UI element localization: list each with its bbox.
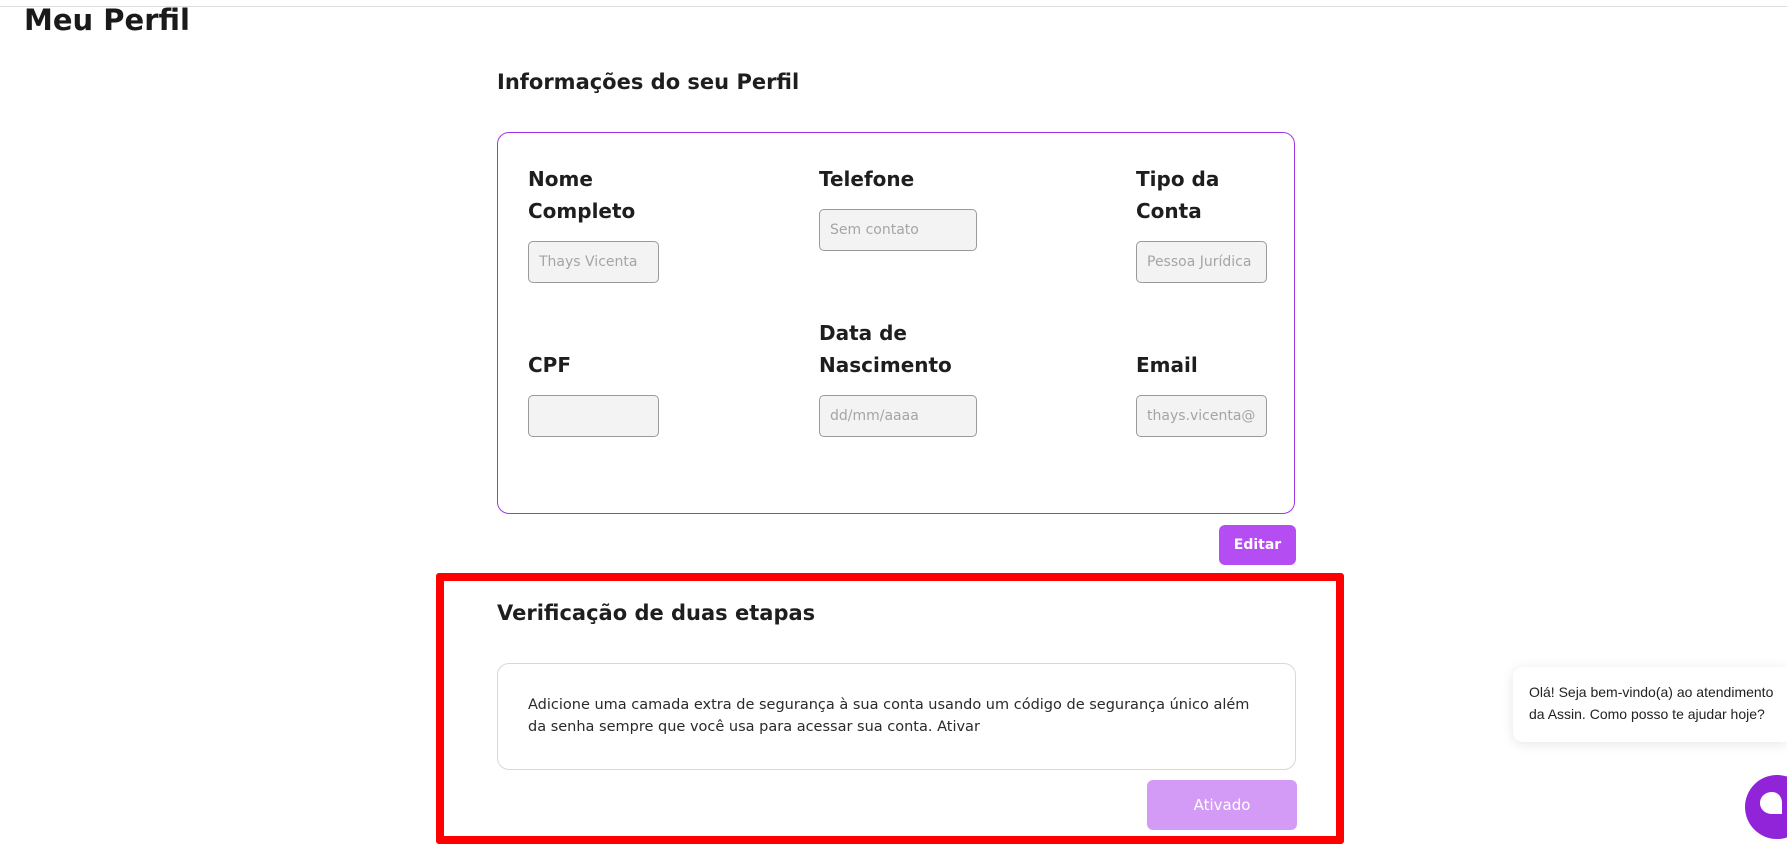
chat-greeting-text: Olá! Seja bem-vindo(a) ao atendimento da… [1529, 684, 1774, 722]
header-divider [0, 6, 1787, 7]
cpf-input[interactable] [528, 395, 659, 437]
nascimento-label: Data de Nascimento [819, 321, 952, 377]
nome-label: Nome Completo [528, 167, 636, 223]
telefone-label: Telefone [819, 167, 915, 191]
two-factor-section-title: Verificação de duas etapas [497, 601, 816, 625]
two-factor-info-card: Adicione uma camada extra de segurança à… [497, 663, 1296, 770]
nascimento-input[interactable] [819, 395, 977, 437]
chat-greeting-bubble[interactable]: Olá! Seja bem-vindo(a) ao atendimento da… [1513, 667, 1787, 742]
email-input[interactable] [1136, 395, 1267, 437]
chat-bubble-icon [1760, 792, 1782, 814]
profile-section-title: Informações do seu Perfil [497, 70, 800, 94]
telefone-input[interactable] [819, 209, 977, 251]
edit-button[interactable]: Editar [1219, 525, 1296, 565]
two-factor-status-button[interactable]: Ativado [1147, 780, 1297, 830]
nome-input[interactable] [528, 241, 659, 283]
email-label: Email [1136, 353, 1198, 377]
tipo-conta-input[interactable] [1136, 241, 1267, 283]
two-factor-description: Adicione uma camada extra de segurança à… [528, 697, 1250, 735]
cpf-label: CPF [528, 353, 571, 377]
page-title: Meu Perfil [24, 3, 190, 37]
chat-launcher-button[interactable] [1745, 775, 1787, 839]
tipo-conta-label: Tipo da Conta [1136, 167, 1220, 223]
profile-info-card: Nome Completo Telefone Tipo da Conta CPF… [497, 132, 1295, 514]
